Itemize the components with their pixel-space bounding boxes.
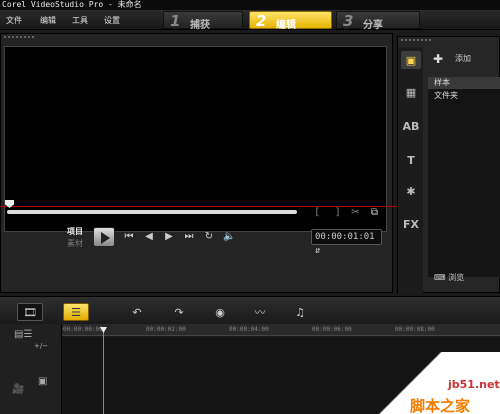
- volume-icon[interactable]: 🔈: [223, 231, 235, 243]
- record-capture-icon[interactable]: ◉: [210, 303, 230, 321]
- panel-grip[interactable]: [401, 39, 431, 42]
- step-label: 分享: [363, 20, 383, 31]
- prev-frame-icon[interactable]: ◀: [143, 231, 155, 243]
- repeat-icon[interactable]: ↻: [203, 231, 215, 243]
- menu-file[interactable]: 文件: [6, 15, 22, 26]
- panel-grip[interactable]: [4, 36, 34, 39]
- step-number: 3: [343, 12, 354, 30]
- player-panel: [0, 33, 393, 293]
- ruler-label: 00:00:04:00: [229, 326, 269, 333]
- ruler-label: 00:00:02:00: [146, 326, 186, 333]
- watermark-url: jb51.net: [448, 378, 500, 391]
- mode-project[interactable]: 项目: [67, 226, 83, 237]
- ruler-label: 00:00:06:00: [312, 326, 352, 333]
- step-number: 2: [256, 12, 267, 30]
- menu-edit[interactable]: 编辑: [40, 15, 56, 26]
- track-manager-icon[interactable]: ▤☰: [14, 329, 32, 340]
- enlarge-preview-icon[interactable]: ⧉: [369, 207, 380, 219]
- go-end-icon[interactable]: ⏭: [183, 231, 195, 243]
- undo-icon[interactable]: ↶: [128, 303, 146, 321]
- tab-edit[interactable]: 2 编辑: [249, 11, 332, 31]
- instant-project-icon[interactable]: ▦: [401, 83, 421, 101]
- library-category-bar: ▣ ▦ AB T ✱ FX: [398, 47, 423, 293]
- mode-clip[interactable]: 素材: [67, 238, 83, 249]
- window-title: Corel VideoStudio Pro - 未命名: [0, 0, 500, 10]
- go-start-icon[interactable]: ⏮: [123, 231, 135, 243]
- scrubber-track[interactable]: [7, 210, 297, 214]
- play-icon: [101, 232, 110, 244]
- list-item[interactable]: 样本: [428, 77, 500, 89]
- next-frame-icon[interactable]: ▶: [163, 231, 175, 243]
- step-label: 编辑: [276, 20, 296, 31]
- timecode-field[interactable]: 00:00:01:01 ⇵: [311, 229, 382, 256]
- step-label: 捕获: [190, 20, 210, 31]
- watermark-name: 脚本之家: [410, 397, 471, 414]
- mark-out-button[interactable]: ]: [332, 207, 343, 219]
- browse-button[interactable]: ⌨ 浏览: [434, 271, 489, 285]
- clip-icon: ▣: [38, 376, 48, 387]
- redo-icon[interactable]: ↷: [170, 303, 188, 321]
- video-track-icon: 🎥: [12, 384, 25, 395]
- tab-share[interactable]: 3 分享: [336, 11, 420, 31]
- menu-settings[interactable]: 设置: [104, 15, 120, 26]
- mark-in-button[interactable]: [: [312, 207, 323, 219]
- title-icon[interactable]: T: [401, 151, 421, 169]
- graphics-icon[interactable]: ✱: [401, 182, 421, 200]
- list-item[interactable]: 文件夹: [428, 90, 500, 102]
- auto-music-icon[interactable]: ♫: [290, 303, 310, 321]
- browse-label: 浏览: [448, 273, 465, 282]
- library-folder-list: 样本 文件夹: [428, 77, 500, 277]
- timecode-value: 00:00:01:01: [315, 232, 375, 242]
- preview-screen: [4, 46, 387, 232]
- step-number: 1: [170, 12, 181, 30]
- timeline-playhead[interactable]: [103, 330, 104, 414]
- filter-icon[interactable]: FX: [401, 215, 421, 233]
- transition-icon[interactable]: AB: [401, 117, 421, 135]
- menu-tools[interactable]: 工具: [72, 15, 88, 26]
- tab-capture[interactable]: 1 捕获: [163, 11, 243, 31]
- split-clip-icon[interactable]: ✂: [350, 207, 361, 219]
- media-icon[interactable]: ▣: [401, 51, 421, 69]
- sound-mixer-icon[interactable]: 〰: [250, 303, 270, 321]
- add-folder-button[interactable]: 添加: [455, 53, 471, 64]
- track-header: ▤☰ +/− 🎥 ▣: [0, 324, 62, 414]
- add-icon[interactable]: ✚: [433, 52, 443, 66]
- ruler-label: 00:00:00:00: [63, 326, 103, 333]
- library-panel: ▣ ▦ AB T ✱ FX ✚ 添加 样本 文件夹 ⌨ 浏览: [397, 36, 500, 293]
- ruler-label: 00:00:08:00: [395, 326, 435, 333]
- storyboard-view-button[interactable]: 🎞: [17, 303, 43, 321]
- timeline-view-button[interactable]: ☰: [63, 303, 89, 321]
- zoom-icon[interactable]: +/−: [34, 342, 48, 350]
- play-button[interactable]: [93, 227, 115, 247]
